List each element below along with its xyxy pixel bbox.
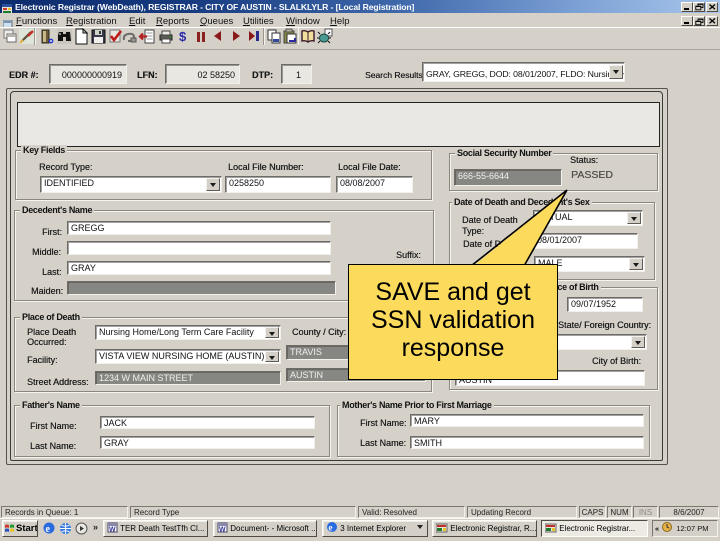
svg-text:e: e	[46, 524, 51, 535]
svg-text:W: W	[219, 527, 226, 534]
svg-text:e: e	[329, 523, 333, 533]
svg-text:W: W	[109, 527, 116, 534]
